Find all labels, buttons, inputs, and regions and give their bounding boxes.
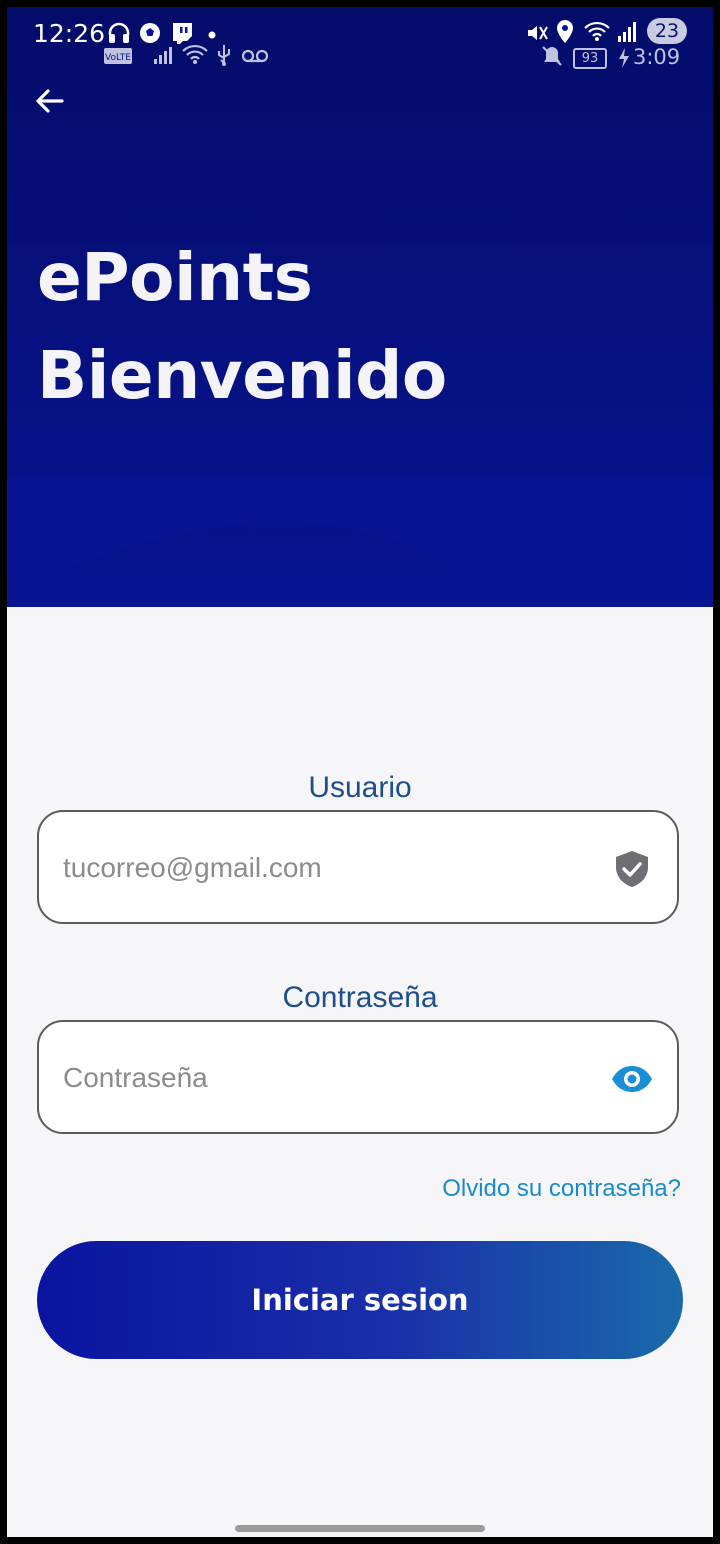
forgot-password-link[interactable]: Olvido su contraseña? [442,1175,681,1203]
shield-check-icon [616,851,648,887]
header-wave [7,477,713,601]
wifi-icon-secondary [182,44,208,64]
wifi-icon [584,21,610,41]
status-bar: 12:26 VoLTE 23 93 3:09 [7,7,713,77]
login-button[interactable]: Iniciar sesion [37,1241,683,1359]
notification-count-badge: 23 [647,18,687,44]
password-input[interactable] [61,1050,595,1106]
notification-dot-icon [208,31,216,39]
eye-icon[interactable] [611,1058,653,1100]
password-label: Contraseña [282,981,438,1014]
signal-icon-secondary [154,47,172,64]
password-field [37,1020,679,1134]
email-input[interactable] [61,840,595,896]
back-arrow-icon[interactable] [32,83,68,119]
volte-icon: VoLTE [104,48,132,64]
usb-icon [218,45,230,66]
user-label: Usuario [308,771,412,804]
app-name: ePoints [37,239,313,316]
user-field [37,810,679,924]
headphones-icon [108,22,130,43]
page-title: ePoints Bienvenido [37,229,447,425]
charging-icon [619,48,629,68]
battery-level: 93 [573,48,607,69]
voicemail-icon [241,49,269,63]
welcome-heading: Bienvenido [37,337,447,414]
mute-icon [528,26,548,40]
status-time: 12:26 [33,19,106,48]
location-icon [557,20,573,43]
screen: 12:26 VoLTE 23 93 3:09 ePoints Bienvenid… [7,7,713,1537]
signal-icon [618,22,636,42]
status-time-secondary: 3:09 [633,45,681,69]
home-indicator[interactable] [235,1525,485,1532]
soccer-ball-icon [140,23,160,43]
svg-text:VoLTE: VoLTE [105,53,131,63]
notifications-off-icon [542,46,562,66]
